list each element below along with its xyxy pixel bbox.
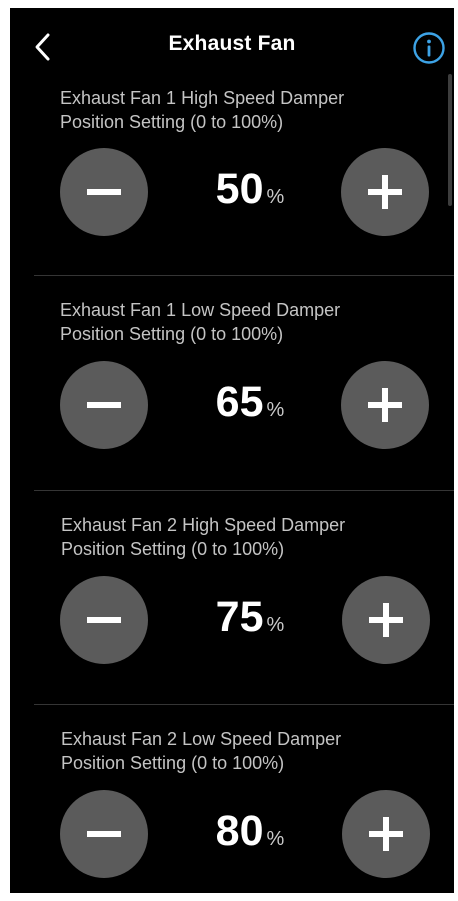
setting-label-line-1: Exhaust Fan 1 Low Speed Damper xyxy=(60,300,341,320)
value-display: 80% xyxy=(160,807,340,856)
header-bar: Exhaust Fan xyxy=(10,8,454,84)
section-divider xyxy=(34,704,454,705)
setting-section-4: Exhaust Fan 2 Low Speed Damper Position … xyxy=(10,727,454,893)
decrease-button[interactable] xyxy=(60,361,148,449)
increase-button[interactable] xyxy=(342,576,430,664)
setting-label-line-1: Exhaust Fan 1 High Speed Damper xyxy=(60,88,345,108)
info-button[interactable] xyxy=(412,31,446,65)
section-divider xyxy=(34,490,454,491)
section-divider xyxy=(34,275,454,276)
minus-icon xyxy=(87,402,121,408)
value-display: 65% xyxy=(160,378,340,427)
setting-section-3: Exhaust Fan 2 High Speed Damper Position… xyxy=(10,513,454,705)
minus-icon xyxy=(87,831,121,837)
setting-label-line-2: Position Setting (0 to 100%) xyxy=(60,324,284,344)
setting-label: Exhaust Fan 2 Low Speed Damper Position … xyxy=(61,727,441,775)
minus-icon xyxy=(87,617,121,623)
setting-section-1: Exhaust Fan 1 High Speed Damper Position… xyxy=(10,84,454,276)
value-number: 75 xyxy=(215,593,264,641)
value-number: 65 xyxy=(215,378,264,426)
exhaust-fan-screen: Exhaust Fan Exhaust Fan 1 High Speed Dam… xyxy=(10,8,454,893)
info-icon xyxy=(413,32,445,64)
setting-label-line-2: Position Setting (0 to 100%) xyxy=(61,539,285,559)
plus-icon xyxy=(368,175,402,209)
setting-label-line-1: Exhaust Fan 2 High Speed Damper xyxy=(61,515,346,535)
value-unit: % xyxy=(266,186,285,208)
increase-button[interactable] xyxy=(342,790,430,878)
value-unit: % xyxy=(266,614,285,636)
increase-button[interactable] xyxy=(341,361,429,449)
decrease-button[interactable] xyxy=(60,576,148,664)
setting-label-line-2: Position Setting (0 to 100%) xyxy=(61,753,285,773)
value-display: 75% xyxy=(160,593,340,642)
value-unit: % xyxy=(266,399,285,421)
value-display: 50% xyxy=(160,165,340,214)
plus-icon xyxy=(368,388,402,422)
setting-label-line-2: Position Setting (0 to 100%) xyxy=(60,112,284,132)
value-number: 50 xyxy=(215,165,264,213)
setting-label-line-1: Exhaust Fan 2 Low Speed Damper xyxy=(61,729,342,749)
value-number: 80 xyxy=(215,807,264,855)
setting-label: Exhaust Fan 1 Low Speed Damper Position … xyxy=(60,298,440,346)
minus-icon xyxy=(87,189,121,195)
increase-button[interactable] xyxy=(341,148,429,236)
decrease-button[interactable] xyxy=(60,790,148,878)
decrease-button[interactable] xyxy=(60,148,148,236)
plus-icon xyxy=(369,603,403,637)
plus-icon xyxy=(369,817,403,851)
setting-section-2: Exhaust Fan 1 Low Speed Damper Position … xyxy=(10,298,454,490)
setting-label: Exhaust Fan 2 High Speed Damper Position… xyxy=(61,513,441,561)
page-title: Exhaust Fan xyxy=(168,32,296,55)
value-unit: % xyxy=(266,828,285,850)
setting-label: Exhaust Fan 1 High Speed Damper Position… xyxy=(60,86,440,134)
